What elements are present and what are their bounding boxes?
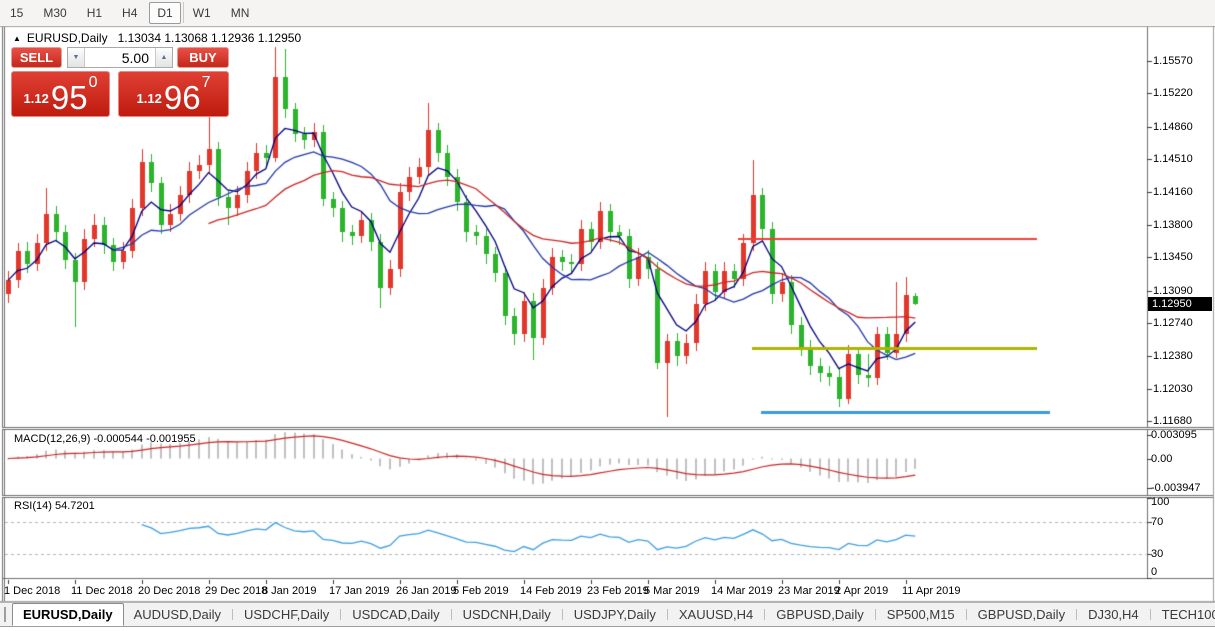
chart-tab-usdchf-daily[interactable]: USDCHF,Daily bbox=[234, 603, 339, 626]
sell-price-big: 95 bbox=[51, 82, 88, 113]
volume-input[interactable]: 5.00 bbox=[85, 48, 155, 67]
chevron-down-icon: ▼ bbox=[73, 54, 80, 61]
current-price-badge: 1.12950 bbox=[1148, 297, 1212, 311]
timeframe-button-mn[interactable]: MN bbox=[223, 2, 258, 24]
tabs-divider bbox=[764, 609, 765, 620]
buy-price-prefix: 1.12 bbox=[137, 91, 162, 106]
chart-tabs-bar: EURUSD,DailyAUDUSD,DailyUSDCHF,DailyUSDC… bbox=[0, 602, 1215, 627]
chart-tab-dj30-h4[interactable]: DJ30,H4 bbox=[1078, 603, 1149, 626]
chart-tab-usdjpy-daily[interactable]: USDJPY,Daily bbox=[564, 603, 666, 626]
tabs-divider bbox=[875, 609, 876, 620]
macd-indicator-label: MACD(12,26,9) -0.000544 -0.001955 bbox=[14, 433, 196, 445]
chevron-up-icon: ▲ bbox=[161, 54, 168, 61]
chart-tab-xauusd-h4[interactable]: XAUUSD,H4 bbox=[669, 603, 763, 626]
chart-tab-sp500-m15[interactable]: SP500,M15 bbox=[877, 603, 965, 626]
collapse-icon[interactable]: ▲ bbox=[13, 34, 21, 43]
chart-tab-gbpusd-daily[interactable]: GBPUSD,Daily bbox=[968, 603, 1075, 626]
chart-title: ▲ EURUSD,Daily 1.13034 1.13068 1.12936 1… bbox=[13, 31, 301, 45]
toolbar-separator bbox=[183, 2, 184, 23]
chart-tab-gbpusd-daily[interactable]: GBPUSD,Daily bbox=[766, 603, 873, 626]
tabs-divider bbox=[1150, 609, 1151, 620]
volume-decrease-button[interactable]: ▼ bbox=[68, 48, 85, 67]
mt4-window: 15M30H1H4D1W1MN 1.155701.152201.148601.1… bbox=[0, 0, 1215, 631]
chart-tab-usdcnh-daily[interactable]: USDCNH,Daily bbox=[453, 603, 561, 626]
tabs-host: EURUSD,DailyAUDUSD,DailyUSDCHF,DailyUSDC… bbox=[12, 603, 1215, 626]
buy-price-button[interactable]: 1.12 96 7 bbox=[118, 71, 229, 117]
chart-tab-audusd-daily[interactable]: AUDUSD,Daily bbox=[124, 603, 231, 626]
tabs-divider bbox=[451, 609, 452, 620]
volume-increase-button[interactable]: ▲ bbox=[155, 48, 172, 67]
chart-tab-usdcad-daily[interactable]: USDCAD,Daily bbox=[342, 603, 449, 626]
one-click-trade-panel: SELL ▼ 5.00 ▲ BUY 1.12 95 0 1.12 96 7 bbox=[11, 47, 229, 119]
buy-price-sup: 7 bbox=[202, 74, 211, 92]
tabs-divider bbox=[340, 609, 341, 620]
chart-tab-eurusd-daily[interactable]: EURUSD,Daily bbox=[12, 603, 124, 626]
timeframe-toolbar: 15M30H1H4D1W1MN bbox=[0, 0, 1215, 26]
tabs-divider bbox=[667, 609, 668, 620]
tabs-divider bbox=[1076, 609, 1077, 620]
sell-button[interactable]: SELL bbox=[11, 47, 62, 68]
buy-price-big: 96 bbox=[164, 82, 201, 113]
sell-price-prefix: 1.12 bbox=[24, 91, 49, 106]
timeframe-button-w1[interactable]: W1 bbox=[185, 2, 219, 24]
timeframe-button-h1[interactable]: H1 bbox=[79, 2, 110, 24]
timeframe-button-m30[interactable]: M30 bbox=[35, 2, 74, 24]
tabbar-grip-icon[interactable] bbox=[4, 607, 6, 622]
sell-price-sup: 0 bbox=[89, 74, 98, 92]
volume-spinner: ▼ 5.00 ▲ bbox=[67, 47, 173, 68]
rsi-indicator-label: RSI(14) 54.7201 bbox=[14, 500, 95, 512]
buy-button[interactable]: BUY bbox=[177, 47, 229, 68]
sell-price-button[interactable]: 1.12 95 0 bbox=[11, 71, 110, 117]
chart-symbol-label: EURUSD,Daily bbox=[27, 31, 108, 45]
chart-tab-tech100-h1[interactable]: TECH100,H1 bbox=[1152, 603, 1215, 626]
timeframe-button-15[interactable]: 15 bbox=[2, 2, 31, 24]
chart-ohlc-values: 1.13034 1.13068 1.12936 1.12950 bbox=[118, 31, 302, 45]
timeframe-button-h4[interactable]: H4 bbox=[114, 2, 145, 24]
tabs-divider bbox=[562, 609, 563, 620]
tabs-divider bbox=[966, 609, 967, 620]
timeframe-button-d1[interactable]: D1 bbox=[149, 2, 180, 24]
tabs-divider bbox=[232, 609, 233, 620]
